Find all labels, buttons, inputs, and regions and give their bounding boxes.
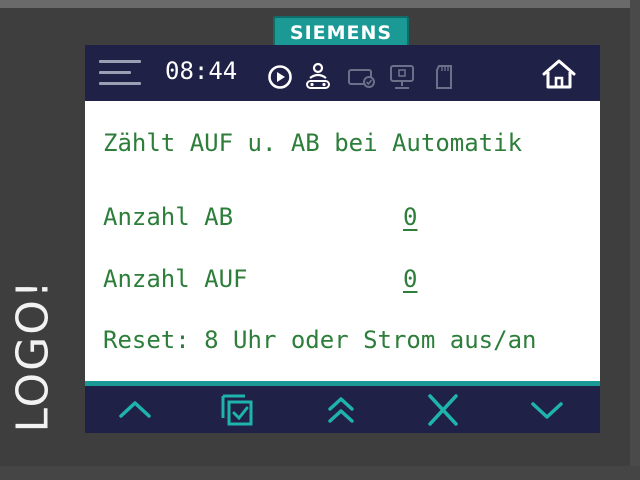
computer-icon (390, 65, 414, 89)
counter-up-label: Anzahl AUF (103, 265, 248, 293)
menu-icon[interactable] (99, 58, 141, 88)
clock: 08:44 (165, 57, 238, 85)
counter-up-value: 0 (403, 265, 418, 293)
brand-logo: SIEMENS (289, 22, 393, 44)
device-bezel-top (0, 0, 640, 8)
message-text-area: Zählt AUF u. AB bei Automatik Anzahl AB … (85, 101, 600, 385)
device-bezel-bottom (0, 466, 640, 480)
counter-down-value: 0 (403, 203, 418, 231)
display-screen: 08:44 Zählt AUF u. AB bei Automatik Anza… (85, 45, 600, 433)
status-bar: 08:44 (85, 45, 600, 101)
run-icon (268, 65, 292, 89)
home-icon[interactable] (539, 57, 579, 91)
model-logo-text: LOGO! (7, 278, 59, 432)
counter-down-label: Anzahl AB (103, 203, 234, 231)
double-chevron-up-icon[interactable] (321, 392, 361, 428)
chevron-up-icon[interactable] (115, 392, 155, 428)
user-network-icon (306, 62, 330, 89)
device-bezel-right (630, 0, 640, 480)
nav-bar (85, 386, 600, 433)
display-icon (348, 69, 375, 88)
chevron-down-icon[interactable] (527, 392, 567, 428)
close-icon[interactable] (423, 392, 463, 428)
sd-card-icon (436, 65, 452, 89)
message-title: Zählt AUF u. AB bei Automatik (103, 129, 523, 157)
select-icon[interactable] (217, 392, 257, 428)
model-logo: LOGO! (7, 270, 59, 440)
reset-note: Reset: 8 Uhr oder Strom aus/an (103, 326, 537, 354)
